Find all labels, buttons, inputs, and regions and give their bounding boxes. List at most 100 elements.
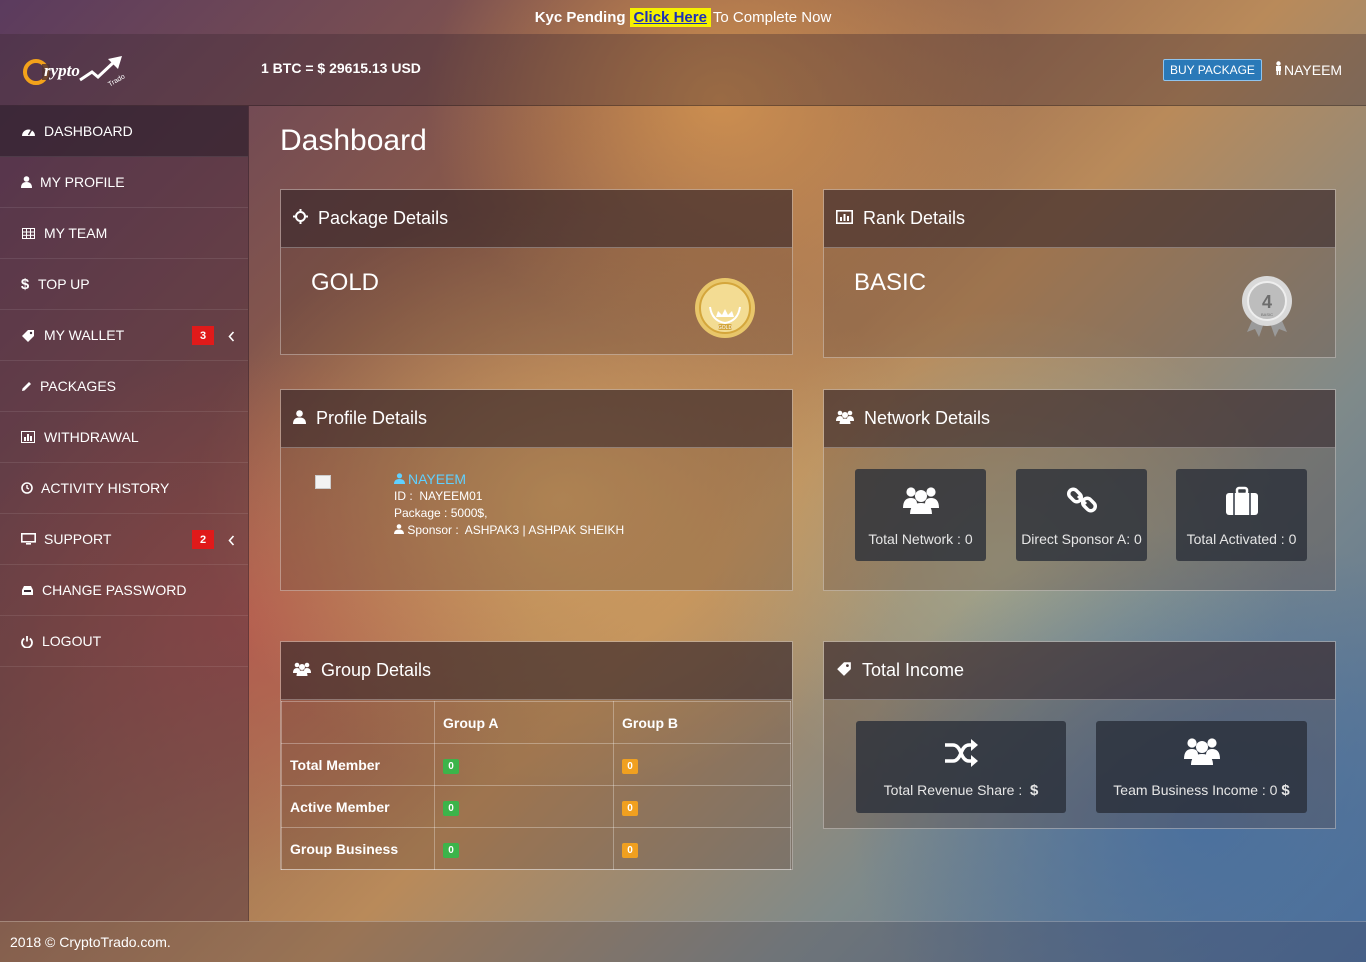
profile-details-panel: Profile Details NAYEEM ID : NAYEEM01 Pac… [280, 389, 793, 591]
profile-id: ID : NAYEEM01 [394, 489, 483, 503]
avatar [315, 475, 331, 489]
user-icon [1274, 61, 1284, 78]
total-network-tile[interactable]: Total Network : 0 [855, 469, 986, 561]
inbox-icon [20, 583, 34, 597]
tag-icon [836, 660, 862, 681]
group-a-value: 0 [443, 758, 459, 774]
bar-chart-icon [20, 430, 36, 444]
profile-name-text: NAYEEM [408, 471, 467, 487]
user-icon [20, 175, 32, 189]
sidebar-item-my-profile[interactable]: MY PROFILE [0, 157, 248, 208]
rank-value: BASIC [854, 269, 927, 296]
footer: 2018 © CryptoTrado.com. [0, 921, 1366, 962]
tile-label: Team Business Income : 0 $ [1113, 782, 1290, 799]
direct-sponsor-tile[interactable]: Direct Sponsor A: 0 [1016, 469, 1147, 561]
link-icon [1066, 484, 1098, 531]
sidebar-item-label: LOGOUT [42, 633, 102, 649]
briefcase-icon [1225, 486, 1259, 531]
group-b-value: 0 [622, 758, 638, 774]
table-row: Group Business 0 0 [281, 827, 791, 870]
tag-icon [20, 328, 36, 342]
group-a-value: 0 [443, 842, 459, 858]
sidebar-item-top-up[interactable]: $ TOP UP [0, 259, 248, 310]
user-menu[interactable]: NAYEEM [1274, 61, 1342, 78]
sidebar-item-my-wallet[interactable]: MY WALLET 3 [0, 310, 248, 361]
sidebar-item-label: MY WALLET [44, 327, 125, 343]
sidebar-item-label: WITHDRAWAL [44, 429, 139, 445]
tile-label: Total Network : 0 [868, 531, 973, 547]
users-icon [293, 660, 321, 681]
panel-title: Rank Details [863, 208, 966, 228]
sidebar-item-label: PACKAGES [40, 378, 116, 394]
row-label: Active Member [281, 785, 435, 828]
profile-name[interactable]: NAYEEM [394, 471, 624, 488]
sidebar-item-label: ACTIVITY HISTORY [41, 480, 170, 496]
crypto-trado-logo[interactable]: rypto Trado [22, 50, 132, 90]
chevron-left-icon[interactable] [228, 533, 235, 549]
tile-label: Total Activated : 0 [1186, 531, 1297, 547]
group-b-value: 0 [622, 800, 638, 816]
user-name: NAYEEM [1284, 61, 1343, 78]
total-income-panel: Total Income Total Revenue Share : $ Tea… [823, 641, 1336, 829]
pencil-icon [20, 379, 32, 393]
rank-details-panel: Rank Details BASIC 4 BASIC [823, 189, 1336, 358]
table-icon [20, 226, 36, 240]
clock-icon [20, 481, 33, 495]
users-icon [836, 408, 864, 429]
network-details-panel: Network Details Total Network : 0 Direct… [823, 389, 1336, 591]
sidebar-item-label: TOP UP [38, 276, 90, 292]
sidebar-item-withdrawal[interactable]: WITHDRAWAL [0, 412, 248, 463]
table-row: Total Member 0 0 [281, 743, 791, 786]
shuffle-icon [944, 739, 978, 782]
top-header: rypto Trado 1 BTC = $ 29615.13 USD BUY P… [0, 34, 1366, 106]
svg-text:Trado: Trado [107, 73, 126, 88]
svg-text:BASIC: BASIC [1261, 312, 1273, 317]
panel-title: Network Details [864, 408, 991, 428]
sidebar-item-support[interactable]: SUPPORT 2 [0, 514, 248, 565]
users-icon [902, 484, 939, 531]
kyc-instruction: To Complete Now [712, 8, 832, 26]
chevron-left-icon[interactable] [228, 329, 235, 345]
user-icon [293, 408, 316, 429]
group-b-value: 0 [622, 842, 638, 858]
kyc-click-here-link[interactable]: Click Here [629, 7, 711, 27]
team-business-income-tile[interactable]: Team Business Income : 0 $ [1096, 721, 1307, 813]
tile-label: Total Revenue Share : $ [883, 782, 1039, 799]
profile-package: Package : 5000$, [394, 506, 488, 520]
table-header-cell: Group B [613, 701, 791, 744]
tile-label: Direct Sponsor A: 0 [1021, 531, 1142, 547]
panel-header: Package Details [281, 190, 792, 248]
group-table: Group A Group B Total Member 0 0 Active … [281, 701, 791, 870]
total-revenue-share-tile[interactable]: Total Revenue Share : $ [856, 721, 1066, 813]
panel-title: Group Details [321, 660, 432, 680]
total-activated-tile[interactable]: Total Activated : 0 [1176, 469, 1307, 561]
sidebar-item-logout[interactable]: LOGOUT [0, 616, 248, 667]
sidebar-item-my-team[interactable]: MY TEAM [0, 208, 248, 259]
sidebar-item-label: MY TEAM [44, 225, 108, 241]
package-details-panel: Package Details GOLD GOLD [280, 189, 793, 355]
sidebar-item-activity-history[interactable]: ACTIVITY HISTORY [0, 463, 248, 514]
gold-medal-icon: GOLD [694, 277, 756, 344]
support-count-badge: 2 [192, 530, 214, 549]
sidebar-item-change-password[interactable]: CHANGE PASSWORD [0, 565, 248, 616]
user-icon [394, 471, 405, 488]
svg-text:rypto: rypto [44, 61, 80, 80]
kyc-notice-bar: Kyc Pending Click Here To Complete Now [0, 0, 1366, 34]
sidebar-item-dashboard[interactable]: DASHBOARD [0, 106, 248, 157]
row-label: Total Member [281, 743, 435, 786]
panel-title: Total Income [862, 660, 965, 680]
sidebar-item-label: CHANGE PASSWORD [42, 582, 187, 598]
sidebar-item-packages[interactable]: PACKAGES [0, 361, 248, 412]
kyc-status: Kyc Pending [534, 8, 626, 26]
profile-info: NAYEEM ID : NAYEEM01 Package : 5000$, Sp… [394, 471, 624, 539]
wallet-count-badge: 3 [192, 326, 214, 345]
crosshair-icon [293, 208, 318, 229]
table-row: Active Member 0 0 [281, 785, 791, 828]
panel-header: Group Details [281, 642, 792, 700]
svg-text:GOLD: GOLD [718, 325, 733, 331]
buy-package-button[interactable]: BUY PACKAGE [1163, 59, 1262, 81]
sidebar-item-label: SUPPORT [44, 531, 112, 547]
rank-badge-icon: 4 BASIC [1241, 274, 1293, 343]
profile-sponsor: Sponsor : ASHPAK3 | ASHPAK SHEIKH [394, 522, 624, 539]
sidebar-item-label: DASHBOARD [44, 123, 133, 139]
